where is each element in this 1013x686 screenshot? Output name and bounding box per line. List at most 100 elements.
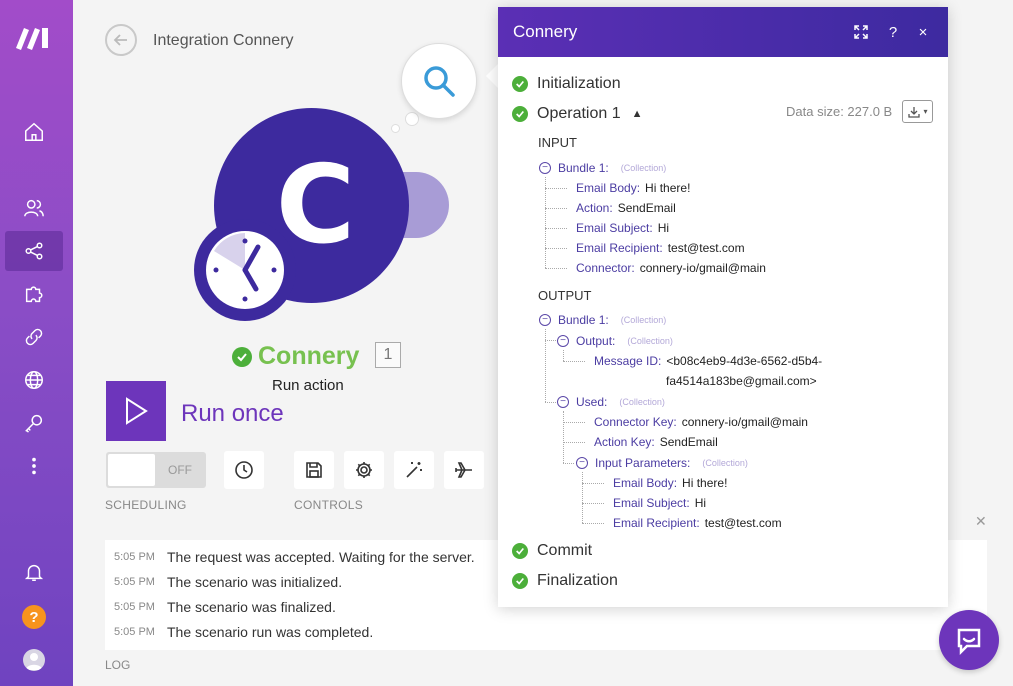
tree-guide (545, 208, 567, 209)
tree-field-row[interactable]: Email Recipient: test@test.com (576, 239, 745, 257)
used-collection-row[interactable]: − Used: (Collection) (557, 393, 665, 411)
tree-field-row[interactable]: Email Body: Hi there! (576, 179, 690, 197)
make-logo-icon[interactable] (14, 22, 54, 50)
collection-tag: (Collection) (620, 163, 667, 173)
check-icon (512, 573, 528, 589)
tree-value: test@test.com (704, 516, 782, 530)
step-initialization[interactable]: Initialization (512, 75, 621, 93)
operation-count-badge[interactable]: 1 (375, 342, 401, 368)
log-close-icon[interactable]: ✕ (975, 513, 987, 530)
tree-key: Bundle 1 (558, 313, 606, 327)
sidebar-item-connections[interactable] (5, 317, 63, 357)
tree-key: Email Body (576, 181, 637, 195)
support-chat-button[interactable] (939, 610, 999, 670)
run-once-label[interactable]: Run once (181, 400, 284, 428)
output-collection-row[interactable]: − Output: (Collection) (557, 332, 673, 350)
sidebar-item-home[interactable] (5, 112, 63, 152)
panel-header: Connery ? × (498, 7, 948, 57)
tree-field-row[interactable]: Action: SendEmail (576, 199, 676, 217)
back-button[interactable] (105, 24, 137, 56)
tree-field-row[interactable]: Email Body: Hi there! (613, 474, 727, 492)
sidebar: ? (0, 0, 73, 686)
tree-value: connery-io/gmail@main (639, 261, 766, 275)
panel-pointer (486, 64, 498, 88)
schedule-button[interactable] (224, 451, 264, 489)
save-button[interactable] (294, 451, 334, 489)
tree-key: Used (576, 395, 605, 409)
explain-flow-button[interactable] (444, 451, 484, 489)
tree-guide (545, 188, 567, 189)
tree-field-row[interactable]: Email Recipient: test@test.com (613, 514, 782, 532)
input-parameters-row[interactable]: − Input Parameters: (Collection) (576, 454, 748, 472)
sidebar-item-notifications[interactable] (5, 552, 63, 592)
download-icon (908, 106, 921, 118)
tree-field-row[interactable]: Email Subject: Hi (613, 494, 706, 512)
collapse-icon[interactable]: − (557, 335, 569, 347)
step-operation[interactable]: Operation 1 ▲ (512, 105, 643, 123)
clock-icon[interactable] (194, 219, 296, 321)
sidebar-item-apps[interactable] (5, 274, 63, 314)
tree-value: <b08c4eb9-4d3e-6562-d5b4- (666, 354, 823, 368)
tree-key: Connector Key (594, 415, 674, 429)
tree-guide (563, 350, 564, 361)
collapse-icon[interactable]: − (539, 314, 551, 326)
tree-value: test@test.com (667, 241, 745, 255)
log-message: The scenario run was completed. (167, 624, 374, 640)
settings-button[interactable] (344, 451, 384, 489)
chat-icon (957, 628, 981, 656)
tree-key: Input Parameters (595, 456, 688, 470)
save-icon (306, 462, 322, 478)
tree-field-row[interactable]: Message ID: <b08c4eb9-4d3e-6562-d5b4- (594, 352, 822, 370)
tree-key: Message ID (594, 354, 659, 368)
tree-key: Action (576, 201, 610, 215)
help-icon[interactable]: ? (22, 605, 46, 629)
expand-icon[interactable] (851, 22, 871, 42)
sidebar-item-webhooks[interactable] (5, 360, 63, 400)
log-time: 5:05 PM (114, 551, 155, 563)
key-icon (25, 414, 43, 433)
collection-tag: (Collection) (627, 336, 673, 346)
step-commit[interactable]: Commit (512, 542, 592, 560)
log-message: The scenario was initialized. (167, 574, 343, 590)
input-heading: INPUT (538, 135, 577, 150)
tree-field-row[interactable]: Action Key: SendEmail (594, 433, 718, 451)
search-bubble[interactable] (401, 43, 477, 119)
auto-align-button[interactable] (394, 451, 434, 489)
output-bundle-row[interactable]: − Bundle 1: (Collection) (539, 311, 666, 329)
tree-guide (582, 472, 583, 523)
search-icon (424, 66, 455, 97)
controls-label: CONTROLS (294, 498, 364, 512)
tree-guide (582, 523, 604, 524)
bell-icon (24, 564, 44, 581)
tree-key: Action Key (594, 435, 652, 449)
help-button[interactable]: ? (883, 22, 903, 42)
tree-key: Email Recipient (576, 241, 660, 255)
scenario-title[interactable]: Integration Connery (153, 32, 294, 50)
tree-value: SendEmail (659, 435, 718, 449)
collapse-icon[interactable]: − (539, 162, 551, 174)
node-name[interactable]: Connery (258, 342, 359, 371)
tree-field-row[interactable]: Connector: connery-io/gmail@main (576, 259, 766, 277)
tree-field-row[interactable]: Connector Key: connery-io/gmail@main (594, 413, 808, 431)
collapse-icon[interactable]: − (576, 457, 588, 469)
sidebar-item-team[interactable] (5, 188, 63, 228)
tree-key: Email Body (613, 476, 674, 490)
tree-value: Hi there! (682, 476, 728, 490)
tree-key: Connector (576, 261, 632, 275)
close-icon[interactable]: × (913, 22, 933, 42)
scheduling-toggle[interactable]: OFF (106, 452, 206, 488)
avatar[interactable] (23, 649, 45, 671)
sidebar-item-keys[interactable] (5, 403, 63, 443)
collapse-icon[interactable]: − (557, 396, 569, 408)
tree-field-row[interactable]: Email Subject: Hi (576, 219, 669, 237)
step-finalization[interactable]: Finalization (512, 572, 618, 590)
download-button[interactable]: ▾ (902, 100, 933, 123)
input-bundle-row[interactable]: − Bundle 1: (Collection) (539, 159, 666, 177)
tree-value: Hi (657, 221, 670, 235)
sidebar-item-scenarios[interactable] (5, 231, 63, 271)
collection-tag: (Collection) (619, 397, 665, 407)
caret-up-icon[interactable]: ▲ (632, 108, 643, 120)
tree-value-continuation: fa4514a183be@gmail.com> (666, 372, 817, 390)
sidebar-item-more[interactable] (5, 446, 63, 486)
run-once-button[interactable] (106, 381, 166, 441)
